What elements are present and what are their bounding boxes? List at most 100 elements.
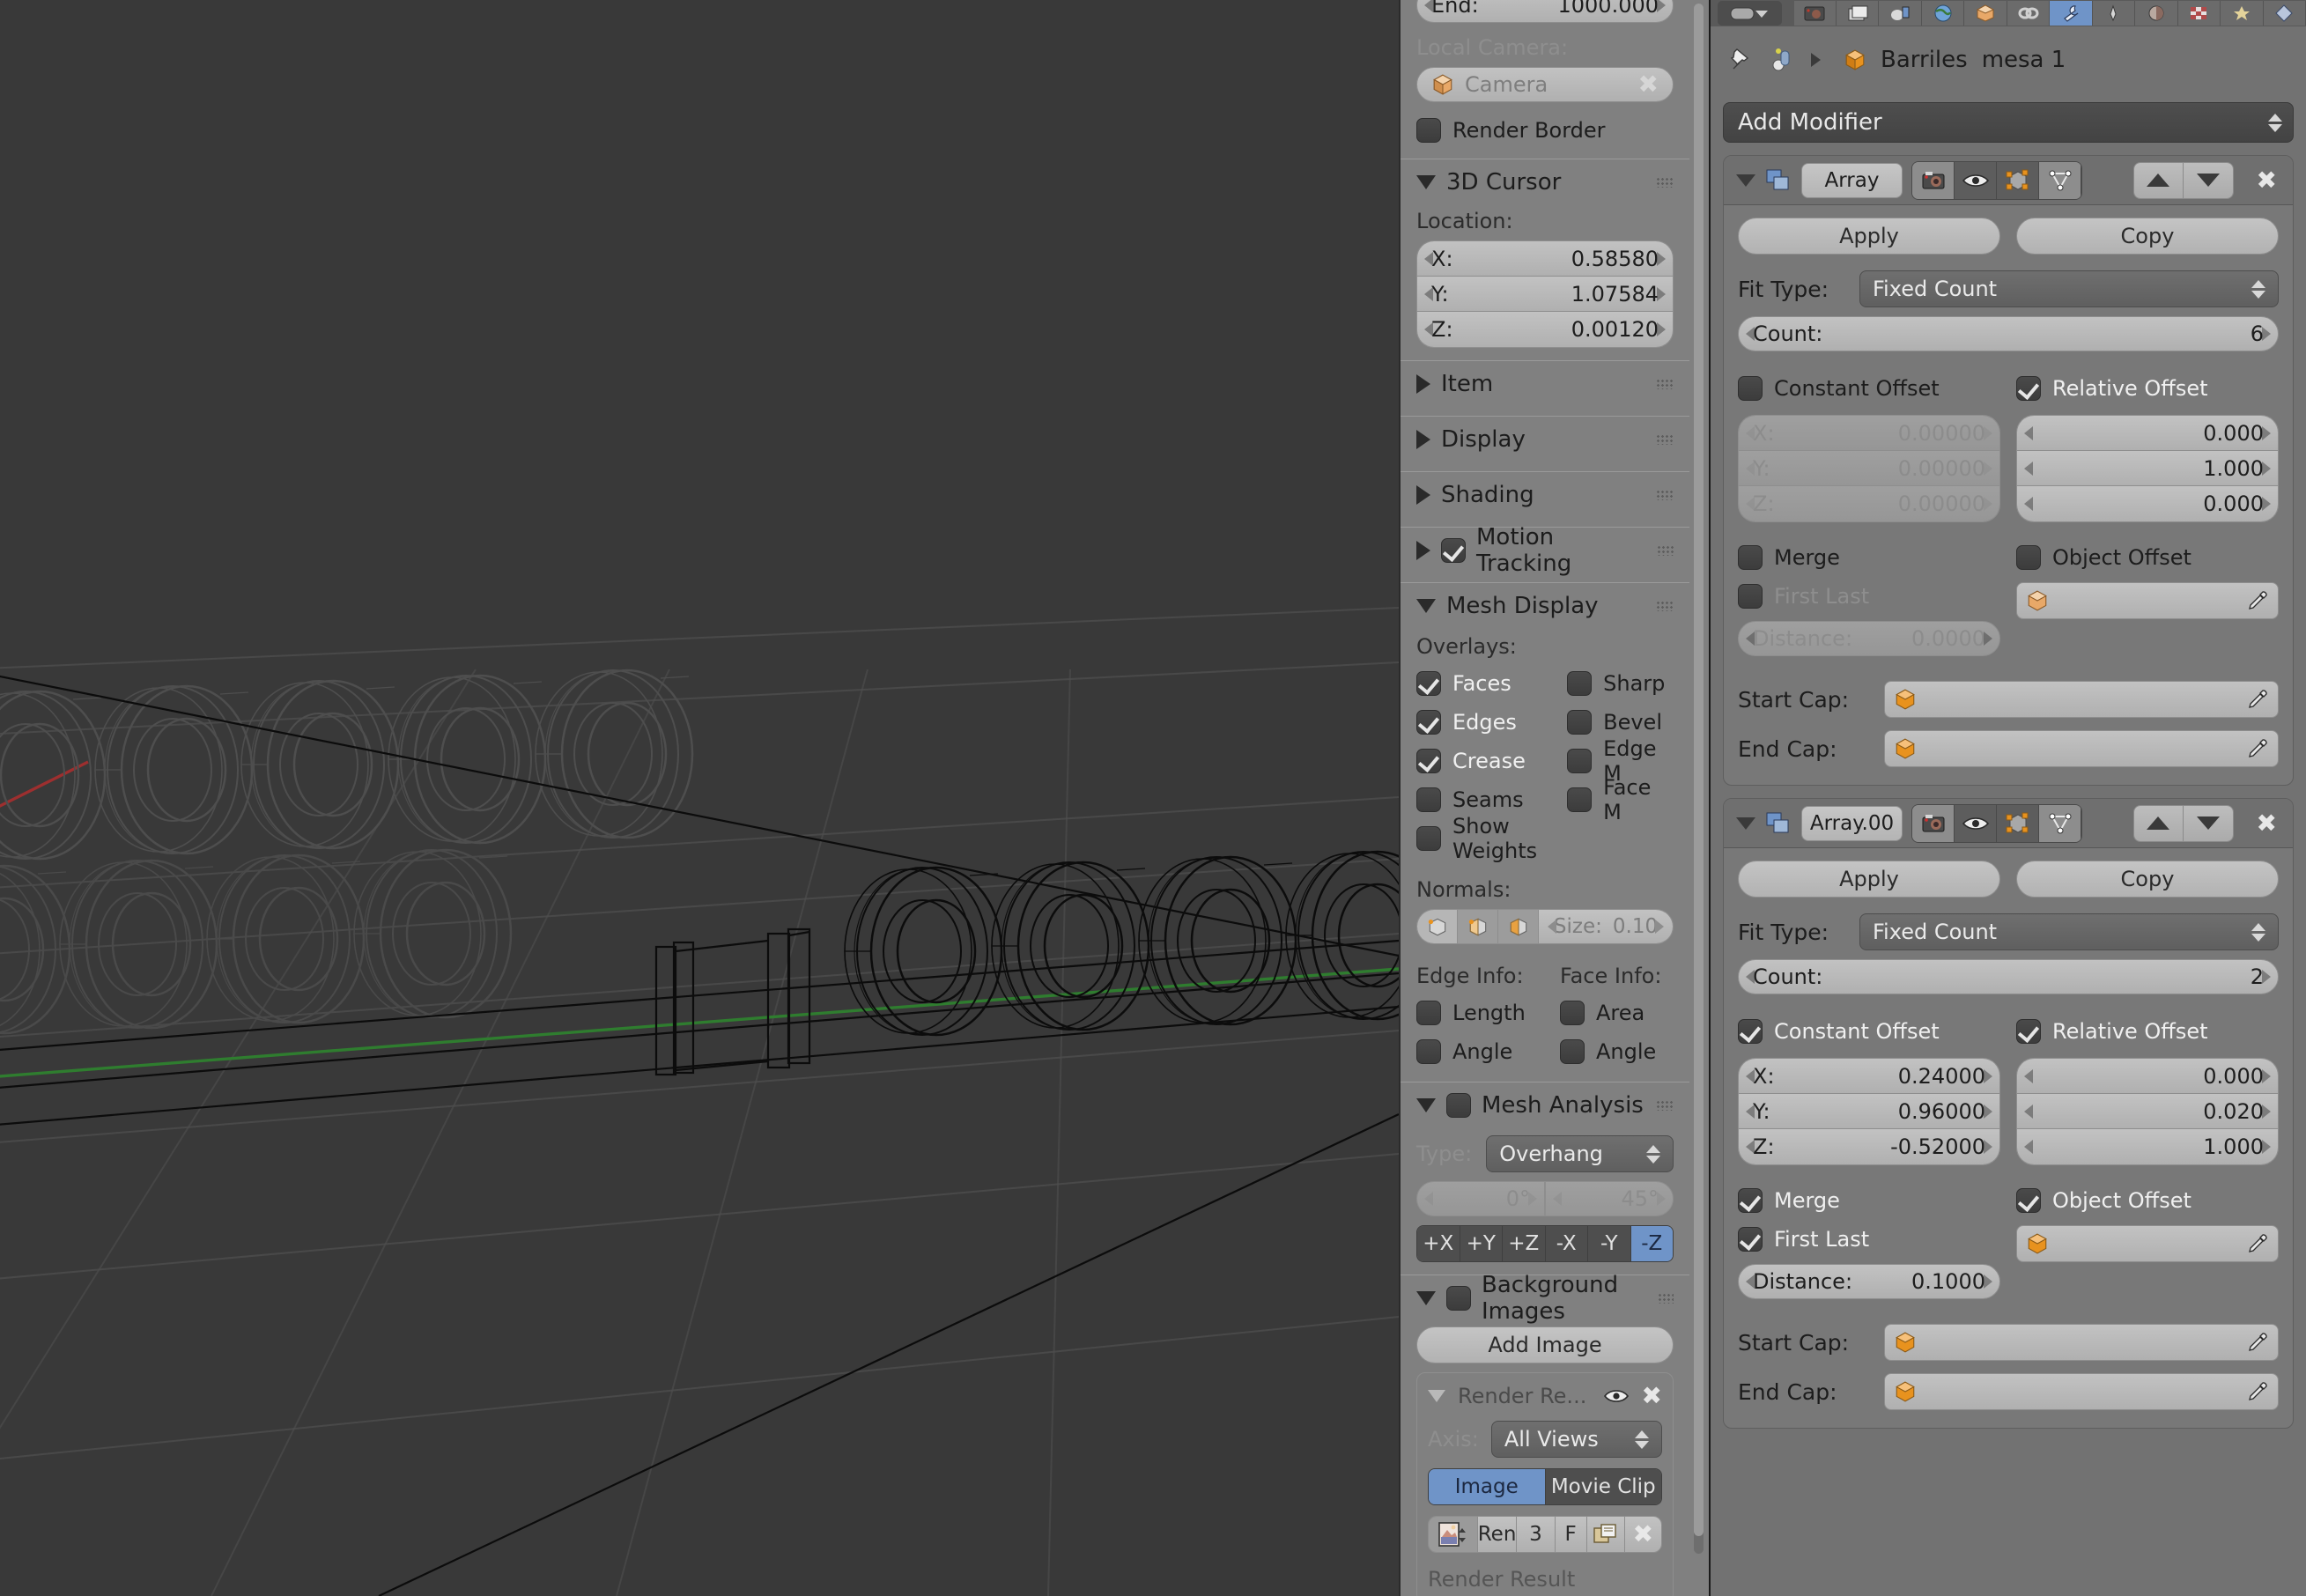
constant-offset-y[interactable]: Y: 0.00000 <box>1739 451 1999 486</box>
eyedropper-icon[interactable] <box>2246 688 2269 711</box>
count-field[interactable]: Count: 2 <box>1738 959 2279 994</box>
relative-offset-y[interactable]: 0.020 <box>2017 1094 2278 1129</box>
tab-material[interactable] <box>2221 1 2264 26</box>
tab-render[interactable] <box>1793 1 1837 26</box>
increment-arrow-icon[interactable] <box>2262 327 2271 341</box>
overlay-face-marks-checkbox[interactable] <box>1567 787 1593 812</box>
relative-offset-row[interactable]: Relative Offset <box>2016 1012 2279 1051</box>
edit-mode-display-icon[interactable] <box>1997 161 2039 199</box>
merge-distance-field[interactable]: Distance: 0.0000 <box>1738 621 2000 656</box>
panel-3d-cursor-header[interactable]: 3D Cursor <box>1416 159 1674 205</box>
overlay-faces-row[interactable]: Faces <box>1416 664 1537 703</box>
object-offset-checkbox[interactable] <box>2016 545 2041 570</box>
face-angle-checkbox[interactable] <box>1560 1039 1585 1064</box>
tab-image[interactable]: Image <box>1429 1469 1546 1504</box>
tab-particles[interactable] <box>2092 1 2136 26</box>
constant-offset-fields[interactable]: X: 0.24000 Y: 0.96000 Z: -0.52000 <box>1738 1058 2000 1165</box>
sidebar-panel-display[interactable]: Display <box>1416 417 1674 462</box>
object-offset-checkbox[interactable] <box>2016 1188 2041 1213</box>
tab-constraints[interactable] <box>2007 1 2051 26</box>
tab-scene[interactable] <box>1879 1 1922 26</box>
chevron-down-icon[interactable] <box>1736 174 1755 187</box>
overlay-crease-row[interactable]: Crease <box>1416 742 1537 780</box>
relative-offset-x[interactable]: 0.000 <box>2017 1059 2278 1094</box>
decrement-arrow-icon[interactable] <box>1746 970 1755 984</box>
tab-object[interactable] <box>1964 1 2007 26</box>
analysis-type-dropdown[interactable]: Overhang <box>1486 1135 1674 1172</box>
increment-arrow-icon[interactable] <box>2262 970 2271 984</box>
modifier-name-field[interactable]: Array.00 <box>1801 805 1903 841</box>
increment-arrow-icon[interactable] <box>1984 1275 1992 1289</box>
apply-modifier-button[interactable]: Apply <box>1738 861 2000 898</box>
object-offset-row[interactable]: Object Offset <box>2016 538 2279 577</box>
tab-world[interactable] <box>1921 1 1965 26</box>
edge-angle-checkbox[interactable] <box>1416 1039 1441 1064</box>
background-source-tabs[interactable]: Image Movie Clip <box>1428 1468 1662 1505</box>
sidebar-panel-item[interactable]: Item <box>1416 361 1674 407</box>
cage-display-icon[interactable] <box>2039 804 2081 842</box>
relative-offset-x[interactable]: 0.000 <box>2017 416 2278 451</box>
constant-offset-z[interactable]: Z: -0.52000 <box>1739 1129 1999 1164</box>
increment-arrow-icon[interactable] <box>1528 1192 1537 1206</box>
axis-plus-y-button[interactable]: +Y <box>1460 1226 1503 1261</box>
eyedropper-icon[interactable] <box>2246 1331 2269 1354</box>
remove-background-image-icon[interactable]: ✖ <box>1642 1384 1662 1408</box>
overlay-face-marks-row[interactable]: Face M <box>1567 775 1674 824</box>
render-border-row[interactable]: Render Border <box>1416 111 1674 150</box>
eye-icon[interactable] <box>1603 1388 1630 1404</box>
view-sidebar-panel[interactable]: End: 1000.000 Local Camera: Camera ✖ Ren… <box>1399 0 1709 1596</box>
increment-arrow-icon[interactable] <box>1655 920 1664 934</box>
tab-render-layers[interactable] <box>1837 1 1880 26</box>
overlay-show-weights-checkbox[interactable] <box>1416 826 1441 851</box>
increment-arrow-icon[interactable] <box>1657 286 1666 301</box>
modifier-header[interactable]: Array.00 ✖ <box>1724 799 2293 848</box>
constant-offset-checkbox[interactable] <box>1738 376 1763 401</box>
copy-modifier-button[interactable]: Copy <box>2016 218 2279 255</box>
face-area-row[interactable]: Area <box>1560 994 1674 1032</box>
analysis-axis-selector[interactable]: +X +Y +Z -X -Y -Z <box>1416 1225 1674 1262</box>
relative-offset-checkbox[interactable] <box>2016 376 2041 401</box>
modifier-name-field[interactable]: Array <box>1801 162 1903 198</box>
constant-offset-row[interactable]: Constant Offset <box>1738 369 2000 408</box>
tab-physics[interactable] <box>2135 1 2178 26</box>
decrement-arrow-icon[interactable] <box>1424 322 1433 336</box>
constant-offset-x[interactable]: X: 0.24000 <box>1739 1059 1999 1094</box>
analysis-min-angle-field[interactable]: 0° <box>1416 1181 1545 1216</box>
cursor-location-fields[interactable]: X: 0.58580 Y: 1.07584 Z: 0.00120 <box>1416 240 1674 348</box>
pin-icon[interactable] <box>1728 46 1755 74</box>
edge-length-row[interactable]: Length <box>1416 994 1530 1032</box>
overlay-sharp-row[interactable]: Sharp <box>1567 664 1674 703</box>
face-area-checkbox[interactable] <box>1560 1001 1585 1025</box>
modifier-visibility-icons[interactable] <box>1911 803 2082 843</box>
chevron-down-icon[interactable] <box>1428 1390 1445 1402</box>
relative-offset-z[interactable]: 1.000 <box>2017 1129 2278 1164</box>
sidebar-panel-motion-tracking[interactable]: Motion Tracking <box>1416 524 1674 577</box>
analysis-max-angle-field[interactable]: 45° <box>1545 1181 1674 1216</box>
mesh-analysis-checkbox[interactable] <box>1446 1093 1471 1118</box>
image-name-field[interactable]: Ren <box>1477 1517 1518 1552</box>
decrement-arrow-icon[interactable] <box>1424 286 1433 301</box>
background-axis-dropdown[interactable]: All Views <box>1490 1421 1662 1458</box>
add-modifier-button[interactable]: Add Modifier <box>1723 102 2294 143</box>
image-users-count[interactable]: 3 <box>1517 1517 1556 1552</box>
end-cap-field[interactable] <box>1884 1373 2279 1410</box>
overlay-edge-marks-checkbox[interactable] <box>1567 749 1593 773</box>
unlink-image-icon[interactable]: ✖ <box>1624 1517 1661 1552</box>
object-offset-field[interactable] <box>2016 582 2279 619</box>
merge-checkbox[interactable] <box>1738 1188 1763 1213</box>
axis-minus-y-button[interactable]: -Y <box>1588 1226 1631 1261</box>
tab-object-data[interactable] <box>2177 1 2221 26</box>
constant-offset-x[interactable]: X: 0.00000 <box>1739 416 1999 451</box>
apply-modifier-button[interactable]: Apply <box>1738 218 2000 255</box>
copy-modifier-button[interactable]: Copy <box>2016 861 2279 898</box>
render-border-checkbox[interactable] <box>1416 118 1441 143</box>
properties-tab-bar[interactable] <box>1711 0 2306 26</box>
relative-offset-fields[interactable]: 0.000 1.000 0.000 <box>2016 415 2279 522</box>
panel-background-images-header[interactable]: Background Images <box>1416 1272 1674 1325</box>
object-properties-icon[interactable] <box>1769 46 1797 74</box>
delete-modifier-icon[interactable]: ✖ <box>2257 167 2277 193</box>
constant-offset-checkbox[interactable] <box>1738 1019 1763 1044</box>
merge-row[interactable]: Merge <box>1738 1181 2000 1220</box>
edge-angle-row[interactable]: Angle <box>1416 1032 1530 1071</box>
eyedropper-icon[interactable] <box>2246 589 2269 612</box>
